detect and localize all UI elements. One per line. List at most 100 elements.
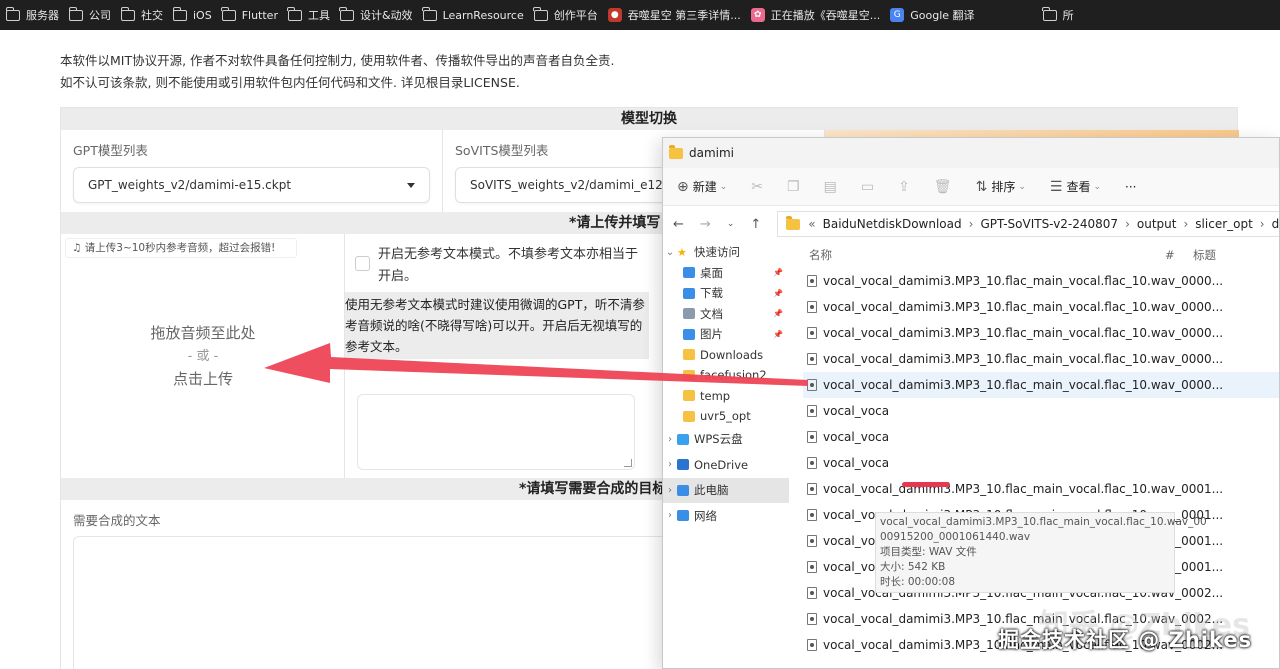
share-icon[interactable]: ⇪: [898, 179, 910, 195]
file-row[interactable]: vocal_vocal_damimi3.MP3_10.flac_main_voc…: [803, 476, 1279, 502]
bookmark-item[interactable]: iOS: [167, 0, 212, 30]
file-row[interactable]: vocal_vocal_damimi3.MP3_10.flac_main_voc…: [803, 320, 1279, 346]
forward-arrow-icon[interactable]: →: [700, 217, 711, 232]
file-row[interactable]: vocal_voca: [803, 450, 1279, 476]
folder-icon: [683, 410, 695, 422]
copy-icon[interactable]: ❐: [787, 179, 800, 195]
column-title[interactable]: 标题: [1193, 247, 1216, 263]
back-arrow-icon[interactable]: ←: [673, 217, 684, 232]
bookmark-item[interactable]: 服务器: [0, 0, 59, 30]
bookmark-label: Flutter: [241, 8, 278, 22]
audio-upload-dropzone[interactable]: ♫ 请上传3~10秒内参考音频，超过会报错! 拖放音频至此处 - 或 - 点击上…: [61, 234, 345, 478]
audio-file-icon: [807, 353, 817, 365]
reference-text-input[interactable]: [357, 394, 635, 470]
file-name: vocal_voca: [823, 456, 890, 470]
nav-item-label: WPS云盘: [694, 432, 743, 447]
file-row[interactable]: vocal_vocal_damimi3.MP3_10.flac_main_voc…: [803, 346, 1279, 372]
path-separator-icon[interactable]: ›: [1125, 217, 1130, 231]
bookmark-item[interactable]: LearnResource: [417, 0, 524, 30]
file-row[interactable]: vocal_voca: [803, 424, 1279, 450]
address-bar[interactable]: « BaiduNetdiskDownload › GPT-SoVITS-v2-2408…: [777, 211, 1279, 237]
nav-item-label: 网络: [694, 508, 717, 523]
nav-item[interactable]: › 网络: [663, 503, 789, 529]
nav-item-label: Downloads: [700, 347, 764, 362]
rename-icon[interactable]: ▭: [861, 179, 874, 195]
bookmark-item[interactable]: Flutter: [216, 0, 278, 30]
path-segment[interactable]: damimi: [1272, 217, 1279, 231]
chevron-icon[interactable]: ›: [663, 459, 677, 470]
chevron-icon[interactable]: ›: [663, 485, 677, 496]
path-separator-icon[interactable]: ›: [969, 217, 974, 231]
delete-icon[interactable]: 🗑: [934, 179, 952, 195]
nav-item[interactable]: temp: [663, 386, 789, 407]
bookmarks-bar: 服务器 公司 社交 iOS Flutter 工具 设计&动效 LearnResource 创作平…: [0, 0, 1280, 30]
onedrive-icon: [677, 459, 689, 471]
nav-item[interactable]: Downloads: [663, 345, 789, 366]
view-button[interactable]: ☰ 查看 ⌄: [1050, 178, 1101, 195]
cut-icon[interactable]: ✂: [751, 179, 763, 195]
bookmark-item[interactable]: 所: [1037, 0, 1074, 30]
upload-hint-text: 请上传3~10秒内参考音频，超过会报错!: [84, 242, 276, 254]
nav-item[interactable]: 文档 📌: [663, 304, 789, 325]
no-ref-mode-info: 使用无参考文本模式时建议使用微调的GPT，听不清参考音频说的啥(不晓得写啥)可以…: [345, 292, 649, 359]
nav-item[interactable]: 桌面 📌: [663, 263, 789, 284]
gpt-model-dropdown[interactable]: GPT_weights_v2/damimi-e15.ckpt: [73, 167, 430, 203]
bookmark-item[interactable]: 设计&动效: [334, 0, 413, 30]
chevron-down-icon: ⌄: [1018, 181, 1026, 192]
path-separator-icon[interactable]: ›: [1183, 217, 1188, 231]
path-segment[interactable]: slicer_opt: [1195, 217, 1253, 231]
bookmark-item[interactable]: 社交: [115, 0, 163, 30]
nav-item[interactable]: 图片 📌: [663, 324, 789, 345]
file-row[interactable]: vocal_voca: [803, 398, 1279, 424]
column-name[interactable]: 名称: [803, 247, 1165, 263]
bookmark-item[interactable]: 公司: [63, 0, 111, 30]
bookmark-item[interactable]: 创作平台: [528, 0, 598, 30]
file-row[interactable]: vocal_vocal_damimi3.MP3_10.flac_main_voc…: [803, 372, 1279, 398]
file-name: vocal_vocal_damimi3.MP3_10.flac_main_voc…: [823, 326, 1224, 340]
path-segment[interactable]: GPT-SoVITS-v2-240807: [980, 217, 1118, 231]
nav-item[interactable]: › WPS云盘: [663, 427, 789, 453]
pin-icon: 📌: [773, 268, 783, 278]
nav-item[interactable]: › 此电脑: [663, 477, 789, 503]
more-button[interactable]: ···: [1125, 180, 1136, 194]
folder-icon: [172, 6, 187, 21]
recent-chevron-icon[interactable]: ⌄: [727, 219, 735, 229]
gpt-model-column: GPT模型列表 GPT_weights_v2/damimi-e15.ckpt: [61, 130, 443, 212]
chevron-icon[interactable]: ⌄: [663, 247, 677, 258]
bookmark-item[interactable]: ● 吞噬星空 第三季详情...: [602, 0, 741, 30]
overflow-chevron-icon[interactable]: «: [808, 217, 815, 231]
up-arrow-icon[interactable]: ↑: [750, 217, 761, 232]
chevron-icon[interactable]: ›: [663, 434, 677, 445]
paste-icon[interactable]: ▤: [824, 179, 837, 195]
column-number[interactable]: #: [1165, 248, 1193, 262]
file-name: vocal_vocal_damimi3.MP3_10.flac_main_voc…: [823, 352, 1224, 366]
bookmark-item[interactable]: 工具: [282, 0, 330, 30]
view-label: 查看: [1066, 180, 1091, 194]
new-button[interactable]: ⊕ 新建 ⌄: [677, 178, 727, 195]
resize-handle-icon[interactable]: [624, 459, 632, 467]
path-segment[interactable]: BaiduNetdiskDownload: [823, 217, 962, 231]
target-text-input[interactable]: [73, 536, 673, 669]
nav-item[interactable]: facefusion2: [663, 365, 789, 386]
nav-item-label: 桌面: [700, 265, 723, 280]
path-segment[interactable]: output: [1137, 217, 1177, 231]
nav-item[interactable]: uvr5_opt: [663, 406, 789, 427]
nav-item[interactable]: ⌄ ★ 快速访问: [663, 242, 789, 263]
path-separator-icon[interactable]: ›: [1260, 217, 1265, 231]
chevron-icon[interactable]: ›: [663, 510, 677, 521]
gpt-model-value: GPT_weights_v2/damimi-e15.ckpt: [88, 178, 292, 192]
nav-item-label: 下载: [700, 286, 723, 301]
file-row[interactable]: vocal_vocal_damimi3.MP3_10.flac_main_voc…: [803, 268, 1279, 294]
chevron-down-icon: ⌄: [719, 181, 728, 192]
notice-line-2: 如不认可该条款, 则不能使用或引用软件包内任何代码和文件. 详见根目录LICEN…: [60, 75, 520, 90]
no-ref-mode-checkbox[interactable]: [355, 256, 370, 271]
nav-item-label: OneDrive: [694, 457, 749, 472]
target-text-label: 需要合成的文本: [73, 513, 161, 528]
bookmark-item[interactable]: G Google 翻译: [884, 0, 975, 30]
nav-item[interactable]: › OneDrive: [663, 452, 789, 478]
nav-item[interactable]: 下载 📌: [663, 283, 789, 304]
bookmark-item[interactable]: ✿ 正在播放《吞噬星空...: [745, 0, 880, 30]
sort-button[interactable]: ⇅ 排序 ⌄: [976, 178, 1026, 195]
nav-item-label: temp: [700, 388, 731, 403]
file-row[interactable]: vocal_vocal_damimi3.MP3_10.flac_main_voc…: [803, 294, 1279, 320]
